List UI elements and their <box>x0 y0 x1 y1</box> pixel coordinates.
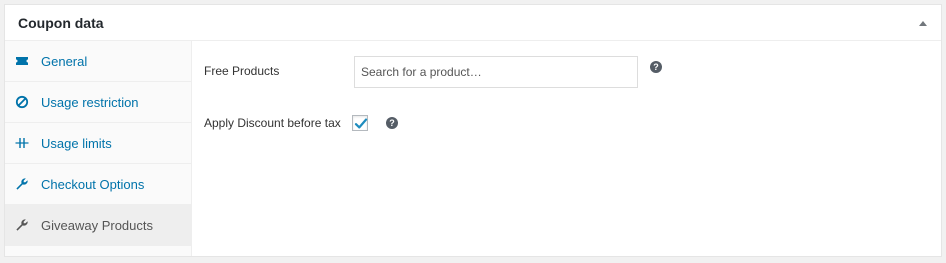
tab-label: General <box>41 53 88 69</box>
product-search-input[interactable] <box>354 56 638 88</box>
checkmark-icon <box>354 118 368 129</box>
apply-discount-checkbox[interactable] <box>352 115 368 131</box>
block-icon <box>15 95 29 109</box>
tab-usage-restriction[interactable]: Usage restriction <box>5 82 191 123</box>
ticket-icon <box>15 54 29 68</box>
coupon-data-panel: Coupon data General Usage restriction Us… <box>4 4 942 257</box>
wrench-icon <box>15 218 29 232</box>
apply-discount-row: Apply Discount before tax <box>204 116 341 130</box>
help-tip-icon[interactable]: ? <box>386 117 398 129</box>
panel-body: General Usage restriction Usage limits C… <box>5 41 941 256</box>
tabs-sidebar: General Usage restriction Usage limits C… <box>5 41 192 256</box>
tab-usage-limits[interactable]: Usage limits <box>5 123 191 164</box>
tab-label: Usage restriction <box>41 94 139 110</box>
collapse-toggle-icon[interactable] <box>915 15 931 31</box>
tab-label: Checkout Options <box>41 176 145 192</box>
apply-discount-label: Apply Discount before tax <box>204 116 341 130</box>
free-products-row: Free Products <box>204 64 279 78</box>
giveaway-options-panel: Free Products ? Apply Discount before ta… <box>192 41 941 256</box>
tab-label: Giveaway Products <box>41 217 153 233</box>
tab-general[interactable]: General <box>5 41 191 82</box>
limits-icon <box>15 136 29 150</box>
free-products-label: Free Products <box>204 64 280 78</box>
tab-checkout-options[interactable]: Checkout Options <box>5 164 191 205</box>
tab-giveaway-products[interactable]: Giveaway Products <box>5 205 191 246</box>
tab-label: Usage limits <box>41 135 112 151</box>
wrench-icon <box>15 177 29 191</box>
panel-header: Coupon data <box>5 5 941 41</box>
help-tip-icon[interactable]: ? <box>650 61 662 73</box>
panel-title: Coupon data <box>18 15 104 31</box>
